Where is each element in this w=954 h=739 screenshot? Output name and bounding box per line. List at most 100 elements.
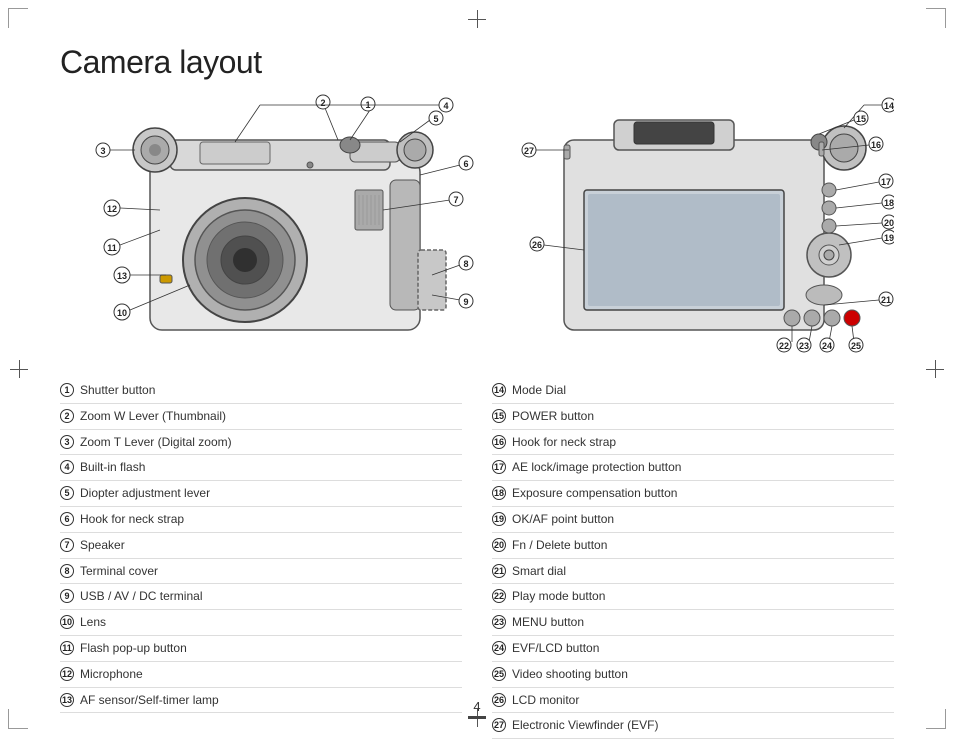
camera-front-svg: 1 2 3 4 5 6 7 xyxy=(60,90,490,360)
part-label: Microphone xyxy=(80,666,143,683)
part-number: 25 xyxy=(492,667,506,681)
list-item: 11 Flash pop-up button xyxy=(60,636,462,662)
list-item: 24 EVF/LCD button xyxy=(492,636,894,662)
part-number: 20 xyxy=(492,538,506,552)
part-number: 12 xyxy=(60,667,74,681)
list-item: 12 Microphone xyxy=(60,662,462,688)
part-number: 21 xyxy=(492,564,506,578)
camera-left: 1 2 3 4 5 6 7 xyxy=(60,90,490,360)
part-number: 3 xyxy=(60,435,74,449)
part-label: Electronic Viewfinder (EVF) xyxy=(512,717,659,734)
list-item: 20 Fn / Delete button xyxy=(492,533,894,559)
part-label: OK/AF point button xyxy=(512,511,614,528)
svg-text:12: 12 xyxy=(107,204,117,214)
svg-text:23: 23 xyxy=(799,341,809,351)
part-label: Zoom W Lever (Thumbnail) xyxy=(80,408,226,425)
part-number: 1 xyxy=(60,383,74,397)
part-label: Built-in flash xyxy=(80,459,145,476)
page-num-text: 4 xyxy=(473,699,480,714)
list-item: 19 OK/AF point button xyxy=(492,507,894,533)
part-label: AE lock/image protection button xyxy=(512,459,681,476)
list-item: 25 Video shooting button xyxy=(492,662,894,688)
svg-text:13: 13 xyxy=(117,271,127,281)
page-num-bar xyxy=(468,716,486,719)
corner-mark-tr xyxy=(926,8,946,28)
part-label: Shutter button xyxy=(80,382,155,399)
corner-mark-bl xyxy=(8,709,28,729)
svg-text:10: 10 xyxy=(117,308,127,318)
corner-mark-tl xyxy=(8,8,28,28)
list-item: 6 Hook for neck strap xyxy=(60,507,462,533)
part-number: 5 xyxy=(60,486,74,500)
part-number: 18 xyxy=(492,486,506,500)
part-number: 2 xyxy=(60,409,74,423)
part-label: Speaker xyxy=(80,537,125,554)
camera-back-svg: 14 15 16 17 18 19 20 xyxy=(514,90,894,360)
list-item: 15 POWER button xyxy=(492,404,894,430)
part-label: Lens xyxy=(80,614,106,631)
part-label: Video shooting button xyxy=(512,666,628,683)
part-number: 27 xyxy=(492,718,506,732)
list-item: 9 USB / AV / DC terminal xyxy=(60,584,462,610)
part-number: 9 xyxy=(60,589,74,603)
list-item: 23 MENU button xyxy=(492,610,894,636)
list-item: 7 Speaker xyxy=(60,533,462,559)
parts-column-right: 14 Mode Dial 15 POWER button 16 Hook for… xyxy=(492,378,894,739)
part-label: POWER button xyxy=(512,408,594,425)
list-item: 13 AF sensor/Self-timer lamp xyxy=(60,688,462,714)
part-label: Smart dial xyxy=(512,563,566,580)
list-item: 2 Zoom W Lever (Thumbnail) xyxy=(60,404,462,430)
svg-text:22: 22 xyxy=(779,341,789,351)
svg-text:19: 19 xyxy=(884,233,894,243)
part-label: Zoom T Lever (Digital zoom) xyxy=(80,434,232,451)
part-number: 26 xyxy=(492,693,506,707)
svg-text:9: 9 xyxy=(463,297,468,307)
list-item: 22 Play mode button xyxy=(492,584,894,610)
svg-text:21: 21 xyxy=(881,295,891,305)
part-label: MENU button xyxy=(512,614,584,631)
list-item: 1 Shutter button xyxy=(60,378,462,404)
svg-text:2: 2 xyxy=(320,98,325,108)
crosshair-left xyxy=(10,360,28,378)
svg-text:7: 7 xyxy=(453,195,458,205)
svg-text:25: 25 xyxy=(851,341,861,351)
cameras-area: 1 2 3 4 5 6 7 xyxy=(60,90,894,370)
part-number: 7 xyxy=(60,538,74,552)
part-label: Flash pop-up button xyxy=(80,640,187,657)
crosshair-top xyxy=(468,10,486,28)
svg-text:8: 8 xyxy=(463,259,468,269)
part-label: Exposure compensation button xyxy=(512,485,677,502)
page-number-section: 4 xyxy=(468,699,486,719)
svg-text:15: 15 xyxy=(856,114,866,124)
part-number: 19 xyxy=(492,512,506,526)
part-label: Mode Dial xyxy=(512,382,566,399)
part-number: 23 xyxy=(492,615,506,629)
list-item: 17 AE lock/image protection button xyxy=(492,455,894,481)
part-label: Hook for neck strap xyxy=(80,511,184,528)
part-number: 6 xyxy=(60,512,74,526)
part-number: 17 xyxy=(492,460,506,474)
list-item: 14 Mode Dial xyxy=(492,378,894,404)
list-item: 18 Exposure compensation button xyxy=(492,481,894,507)
part-label: LCD monitor xyxy=(512,692,579,709)
part-label: USB / AV / DC terminal xyxy=(80,588,202,605)
svg-text:18: 18 xyxy=(884,198,894,208)
corner-mark-br xyxy=(926,709,946,729)
parts-section: 1 Shutter button 2 Zoom W Lever (Thumbna… xyxy=(60,378,894,739)
part-number: 11 xyxy=(60,641,74,655)
part-number: 14 xyxy=(492,383,506,397)
svg-text:3: 3 xyxy=(100,146,105,156)
part-label: AF sensor/Self-timer lamp xyxy=(80,692,219,709)
list-item: 8 Terminal cover xyxy=(60,559,462,585)
crosshair-right xyxy=(926,360,944,378)
svg-text:11: 11 xyxy=(107,243,117,253)
list-item: 5 Diopter adjustment lever xyxy=(60,481,462,507)
svg-text:27: 27 xyxy=(524,146,534,156)
part-number: 24 xyxy=(492,641,506,655)
parts-column-left: 1 Shutter button 2 Zoom W Lever (Thumbna… xyxy=(60,378,462,739)
part-label: Diopter adjustment lever xyxy=(80,485,210,502)
svg-text:6: 6 xyxy=(463,159,468,169)
list-item: 27 Electronic Viewfinder (EVF) xyxy=(492,713,894,739)
svg-text:16: 16 xyxy=(871,140,881,150)
part-number: 15 xyxy=(492,409,506,423)
